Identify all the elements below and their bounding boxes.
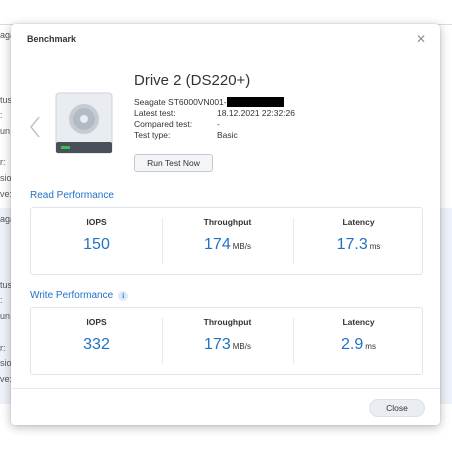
write-throughput: Throughput 173 MB/s	[162, 308, 293, 374]
read-iops-value: 150	[83, 236, 110, 253]
write-performance-card: IOPS 332 Throughput 173 MB/s Latency 2.9 m…	[30, 307, 423, 375]
read-throughput-label: Throughput	[203, 217, 252, 227]
test-type-value: Basic	[217, 130, 238, 140]
read-latency-value: 17.3	[336, 236, 368, 253]
hard-drive-icon	[55, 92, 113, 154]
latest-test-row: Latest test: 18.12.2021 22:32:26	[134, 108, 295, 119]
background-label: sio	[0, 173, 12, 183]
write-latency-unit: ms	[365, 342, 376, 351]
close-button[interactable]: Close	[369, 399, 425, 417]
write-iops-value: 332	[83, 336, 110, 353]
dialog-footer: Close	[11, 388, 440, 425]
drive-model-row: Seagate ST6000VN001-	[134, 97, 295, 108]
write-throughput-label: Throughput	[203, 317, 252, 327]
dialog-header: Benchmark ✕	[11, 24, 440, 54]
write-throughput-unit: MB/s	[232, 342, 251, 351]
write-throughput-value: 173	[204, 336, 231, 353]
dialog-title: Benchmark	[27, 34, 77, 44]
compared-test-label: Compared test:	[134, 119, 193, 129]
write-performance-label: Write Performance	[30, 290, 114, 301]
write-iops-label: IOPS	[86, 317, 107, 327]
test-type-row: Test type: Basic	[134, 130, 295, 141]
background-label: :	[0, 295, 3, 305]
write-performance-title: Write Performance i	[30, 290, 129, 301]
background-label: :	[0, 110, 3, 120]
read-performance-label: Read Performance	[30, 190, 114, 201]
background-label: r:	[0, 157, 6, 167]
background-label: un	[0, 311, 11, 321]
chevron-left-icon[interactable]	[29, 116, 41, 138]
background-label: sio	[0, 358, 12, 368]
write-latency-value: 2.9	[341, 336, 364, 353]
read-throughput-value: 174	[204, 236, 231, 253]
compared-test-value: -	[217, 119, 220, 129]
drive-info: Drive 2 (DS220+) Seagate ST6000VN001- La…	[134, 72, 295, 141]
read-throughput-unit: MB/s	[232, 242, 251, 251]
benchmark-dialog: Benchmark ✕ Drive 2 (DS220+) Seagate ST6…	[11, 24, 440, 425]
read-performance-card: IOPS 150 Throughput 174 MB/s Latency 17.3…	[30, 207, 423, 275]
read-latency-unit: ms	[369, 242, 381, 251]
run-test-now-button[interactable]: Run Test Now	[134, 154, 213, 172]
write-latency-label: Latency	[342, 317, 375, 327]
write-iops: IOPS 332	[31, 308, 162, 374]
background-label: un	[0, 126, 11, 136]
latest-test-label: Latest test:	[134, 108, 176, 118]
read-iops: IOPS 150	[31, 208, 162, 274]
close-icon[interactable]: ✕	[416, 33, 426, 45]
read-latency-label: Latency	[342, 217, 375, 227]
compared-test-row: Compared test: -	[134, 119, 295, 130]
read-latency: Latency 17.3 ms	[293, 208, 424, 274]
read-iops-label: IOPS	[86, 217, 107, 227]
redacted-serial	[226, 97, 284, 107]
read-throughput: Throughput 174 MB/s	[162, 208, 293, 274]
background-label: r:	[0, 343, 6, 353]
latest-test-value: 18.12.2021 22:32:26	[217, 108, 295, 118]
drive-name: Drive 2 (DS220+)	[134, 72, 251, 89]
read-performance-title: Read Performance	[30, 190, 114, 201]
test-type-label: Test type:	[134, 130, 171, 140]
write-latency: Latency 2.9 ms	[293, 308, 424, 374]
info-icon[interactable]: i	[118, 290, 129, 301]
drive-model: Seagate ST6000VN001-	[134, 97, 227, 107]
